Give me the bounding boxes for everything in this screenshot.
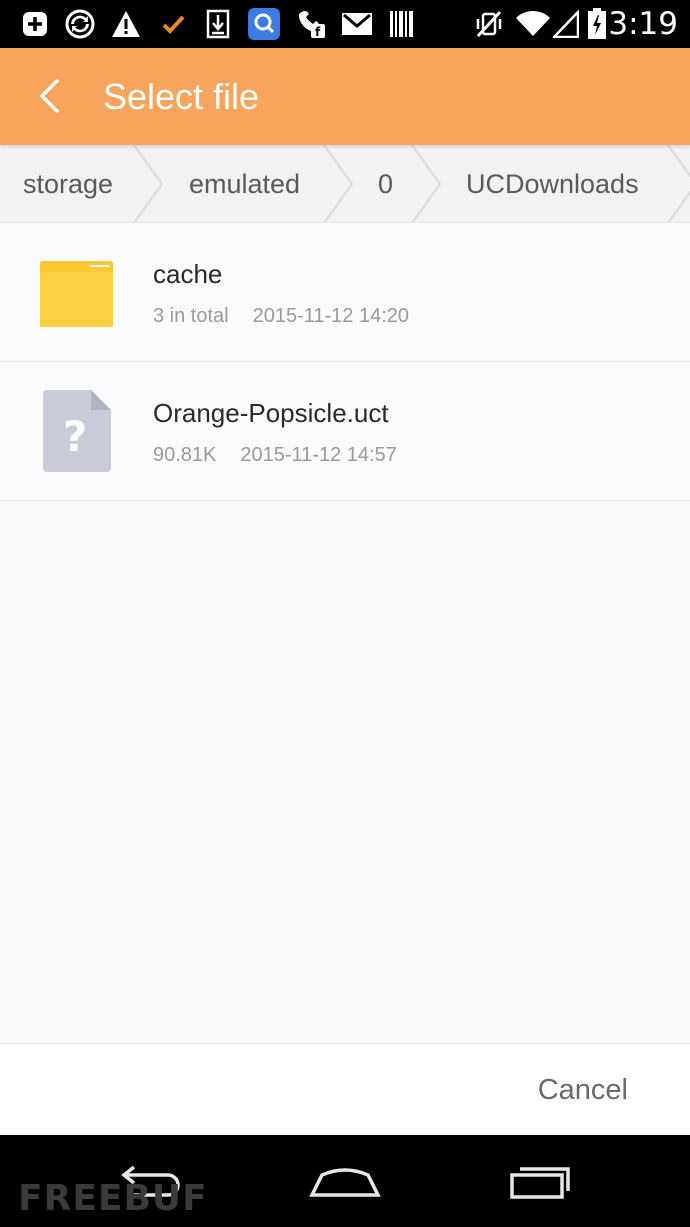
breadcrumb: storage emulated 0 UCDownloads	[0, 145, 690, 223]
svg-text:f: f	[315, 25, 321, 39]
unknown-file-icon: ?	[43, 390, 111, 472]
file-meta: 90.81K 2015-11-12 14:57	[153, 444, 421, 467]
breadcrumb-item-emulated[interactable]: emulated	[189, 145, 300, 222]
battery-icon	[586, 8, 608, 40]
breadcrumb-separator-icon	[323, 145, 354, 222]
file-meta: 3 in total 2015-11-12 14:20	[153, 305, 433, 328]
file-count: 3 in total	[153, 305, 229, 327]
back-button[interactable]	[22, 68, 78, 124]
file-name: Orange-Popsicle.uct	[153, 398, 389, 428]
title-bar: Select file	[0, 48, 690, 145]
file-name: cache	[153, 259, 223, 289]
vibrate-off-icon	[474, 8, 504, 40]
chevron-left-icon	[39, 78, 60, 114]
add-box-icon	[20, 8, 50, 40]
breadcrumb-separator-icon	[667, 145, 690, 222]
breadcrumb-separator-icon	[411, 145, 442, 222]
breadcrumb-item-0[interactable]: 0	[378, 145, 393, 222]
footer-bar: Cancel	[0, 1043, 690, 1135]
file-list: cache 3 in total 2015-11-12 14:20 ? Orang…	[0, 223, 690, 1043]
download-icon	[204, 8, 232, 40]
gmail-icon	[340, 8, 374, 40]
warning-icon	[110, 8, 142, 40]
file-size: 90.81K	[153, 444, 217, 466]
recent-apps-nav-icon[interactable]	[500, 1157, 578, 1205]
check-icon	[160, 8, 186, 40]
home-nav-icon[interactable]	[306, 1157, 384, 1205]
wifi-icon	[514, 8, 552, 40]
list-item-folder[interactable]: cache 3 in total 2015-11-12 14:20	[0, 223, 690, 362]
list-item-file[interactable]: ? Orange-Popsicle.uct 90.81K 2015-11-12 1…	[0, 362, 690, 501]
svg-text:?: ?	[63, 412, 87, 461]
folder-icon	[40, 255, 114, 331]
watermark-logo: FREEBUF	[18, 1178, 208, 1219]
status-bar: f 3:19	[0, 0, 690, 48]
search-app-icon	[246, 8, 282, 40]
signal-icon	[552, 8, 580, 40]
page-title: Select file	[103, 76, 260, 117]
cancel-button[interactable]: Cancel	[538, 1044, 628, 1136]
hangouts-icon: f	[294, 8, 328, 40]
file-date: 2015-11-12 14:57	[240, 444, 397, 466]
sync-icon	[64, 8, 96, 40]
barcode-icon	[388, 8, 416, 40]
breadcrumb-item-storage[interactable]: storage	[23, 145, 113, 222]
file-date: 2015-11-12 14:20	[252, 305, 410, 327]
breadcrumb-separator-icon	[133, 145, 164, 222]
breadcrumb-item-ucdownloads[interactable]: UCDownloads	[466, 145, 639, 222]
clock: 3:19	[608, 6, 678, 42]
